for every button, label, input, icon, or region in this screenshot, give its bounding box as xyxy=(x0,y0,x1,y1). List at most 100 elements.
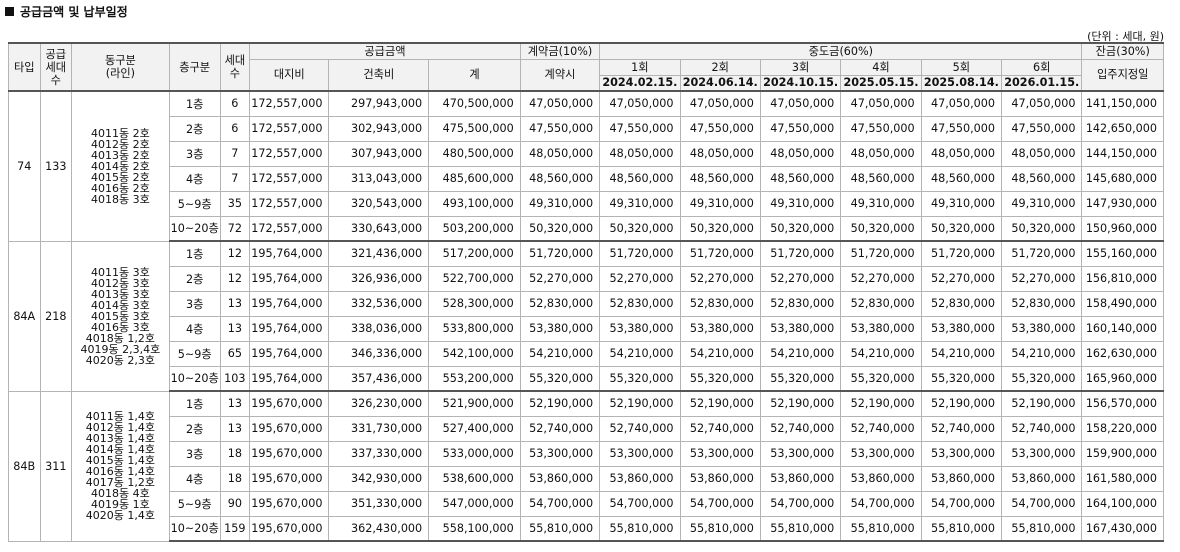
header-installment-date: 2026.01.15. xyxy=(1001,74,1083,92)
cell-floor: 3층 xyxy=(168,140,221,167)
header-units: 세대 수 xyxy=(219,42,251,92)
cell-middle-installment: 53,300,000 xyxy=(1001,440,1083,467)
cell-building: 357,436,000 xyxy=(328,365,430,392)
dong-line: 4013동 3호 xyxy=(91,287,150,301)
header-installment-label: 5회 xyxy=(920,58,1003,76)
cell-floor: 2층 xyxy=(168,115,221,142)
header-balance: 잔금(30%) xyxy=(1081,42,1164,60)
cell-building: 326,936,000 xyxy=(328,265,430,292)
cell-total: 533,000,000 xyxy=(428,440,521,467)
header-type: 타입 xyxy=(8,42,41,92)
cell-balance: 158,490,000 xyxy=(1081,290,1164,317)
cell-type: 74 xyxy=(8,90,41,242)
cell-total: 485,600,000 xyxy=(428,165,521,192)
cell-total: 522,700,000 xyxy=(428,265,521,292)
cell-total: 470,500,000 xyxy=(428,90,521,117)
table-row: 5~9층 90 195,670,000 351,330,000 547,000,000 5… xyxy=(9,490,1164,517)
cell-middle-installment: 47,050,000 xyxy=(759,90,842,117)
cell-building: 342,930,000 xyxy=(328,465,430,492)
header-dong: 동구분 (라인) xyxy=(71,42,170,92)
cell-middle-installment: 48,560,000 xyxy=(920,165,1003,192)
cell-supply-units: 311 xyxy=(39,390,73,542)
cell-middle-installment: 49,310,000 xyxy=(920,190,1003,217)
cell-middle-installment: 52,830,000 xyxy=(920,290,1003,317)
cell-balance: 160,140,000 xyxy=(1081,315,1164,342)
cell-floor: 10~20층 xyxy=(168,365,221,392)
cell-middle-installment: 54,210,000 xyxy=(1001,340,1083,367)
cell-units: 13 xyxy=(219,390,251,417)
cell-middle-installment: 55,320,000 xyxy=(840,365,922,392)
cell-units: 65 xyxy=(219,340,251,367)
cell-balance: 144,150,000 xyxy=(1081,140,1164,167)
cell-total: 527,400,000 xyxy=(428,415,521,442)
cell-land: 172,557,000 xyxy=(249,90,330,117)
cell-middle-installment: 49,310,000 xyxy=(759,190,842,217)
table-row: 2층 12 195,764,000 326,936,000 522,700,000 52,… xyxy=(9,265,1164,292)
cell-units: 13 xyxy=(219,290,251,317)
cell-middle-installment: 47,050,000 xyxy=(1001,90,1083,117)
header-floor: 층구분 xyxy=(168,42,221,92)
cell-middle-installment: 53,300,000 xyxy=(599,440,681,467)
table-row: 3층 18 195,670,000 337,330,000 533,000,000 53,… xyxy=(9,440,1164,467)
cell-building: 330,643,000 xyxy=(328,215,430,242)
header-installment-date: 2024.02.15. xyxy=(599,74,681,92)
cell-units: 35 xyxy=(219,190,251,217)
cell-middle-installment: 52,190,000 xyxy=(1001,390,1083,417)
dong-line: 4016동 3호 xyxy=(91,320,150,334)
cell-total: 542,100,000 xyxy=(428,340,521,367)
cell-deposit: 47,050,000 xyxy=(519,90,601,117)
cell-supply-units: 218 xyxy=(39,240,73,392)
cell-middle-installment: 53,860,000 xyxy=(1001,465,1083,492)
cell-building: 313,043,000 xyxy=(328,165,430,192)
cell-middle-installment: 47,050,000 xyxy=(599,90,681,117)
cell-middle-installment: 53,300,000 xyxy=(840,440,922,467)
cell-middle-installment: 48,560,000 xyxy=(1001,165,1083,192)
header-middle: 중도금(60%) xyxy=(599,42,1083,60)
cell-building: 321,436,000 xyxy=(328,240,430,267)
header-installment-label: 2회 xyxy=(679,58,761,76)
cell-units: 6 xyxy=(219,115,251,142)
cell-deposit: 48,560,000 xyxy=(519,165,601,192)
table-row: 10~20층 159 195,670,000 362,430,000 558,100,0… xyxy=(9,515,1164,542)
cell-middle-installment: 47,550,000 xyxy=(920,115,1003,142)
cell-middle-installment: 55,320,000 xyxy=(1001,365,1083,392)
cell-middle-installment: 52,270,000 xyxy=(679,265,761,292)
cell-land: 195,670,000 xyxy=(249,390,330,417)
cell-middle-installment: 53,380,000 xyxy=(1001,315,1083,342)
header-building: 건축비 xyxy=(328,58,430,92)
cell-middle-installment: 49,310,000 xyxy=(679,190,761,217)
cell-middle-installment: 51,720,000 xyxy=(679,240,761,267)
cell-units: 13 xyxy=(219,415,251,442)
header-installment-label: 1회 xyxy=(599,58,681,76)
cell-units: 6 xyxy=(219,90,251,117)
cell-total: 533,800,000 xyxy=(428,315,521,342)
cell-building: 307,943,000 xyxy=(328,140,430,167)
cell-middle-installment: 48,050,000 xyxy=(599,140,681,167)
cell-land: 195,670,000 xyxy=(249,415,330,442)
cell-middle-installment: 48,050,000 xyxy=(759,140,842,167)
cell-deposit: 52,190,000 xyxy=(519,390,601,417)
cell-units: 18 xyxy=(219,465,251,492)
table-row: 4층 7 172,557,000 313,043,000 485,600,000 48,5… xyxy=(9,165,1164,192)
cell-middle-installment: 49,310,000 xyxy=(1001,190,1083,217)
dong-line: 4015동 3호 xyxy=(91,309,150,323)
cell-floor: 2층 xyxy=(168,265,221,292)
header-installment-date: 2025.05.15. xyxy=(840,74,922,92)
dong-line: 4011동 3호 xyxy=(91,265,150,279)
cell-building: 331,730,000 xyxy=(328,415,430,442)
cell-middle-installment: 53,300,000 xyxy=(920,440,1003,467)
cell-units: 7 xyxy=(219,165,251,192)
cell-deposit: 52,740,000 xyxy=(519,415,601,442)
cell-balance: 150,960,000 xyxy=(1081,215,1164,242)
cell-balance: 162,630,000 xyxy=(1081,340,1164,367)
cell-middle-installment: 47,050,000 xyxy=(920,90,1003,117)
cell-balance: 165,960,000 xyxy=(1081,365,1164,392)
cell-land: 195,670,000 xyxy=(249,465,330,492)
cell-building: 338,036,000 xyxy=(328,315,430,342)
cell-floor: 3층 xyxy=(168,440,221,467)
cell-middle-installment: 52,740,000 xyxy=(920,415,1003,442)
cell-balance: 156,570,000 xyxy=(1081,390,1164,417)
cell-building: 302,943,000 xyxy=(328,115,430,142)
cell-building: 326,230,000 xyxy=(328,390,430,417)
cell-middle-installment: 52,270,000 xyxy=(920,265,1003,292)
